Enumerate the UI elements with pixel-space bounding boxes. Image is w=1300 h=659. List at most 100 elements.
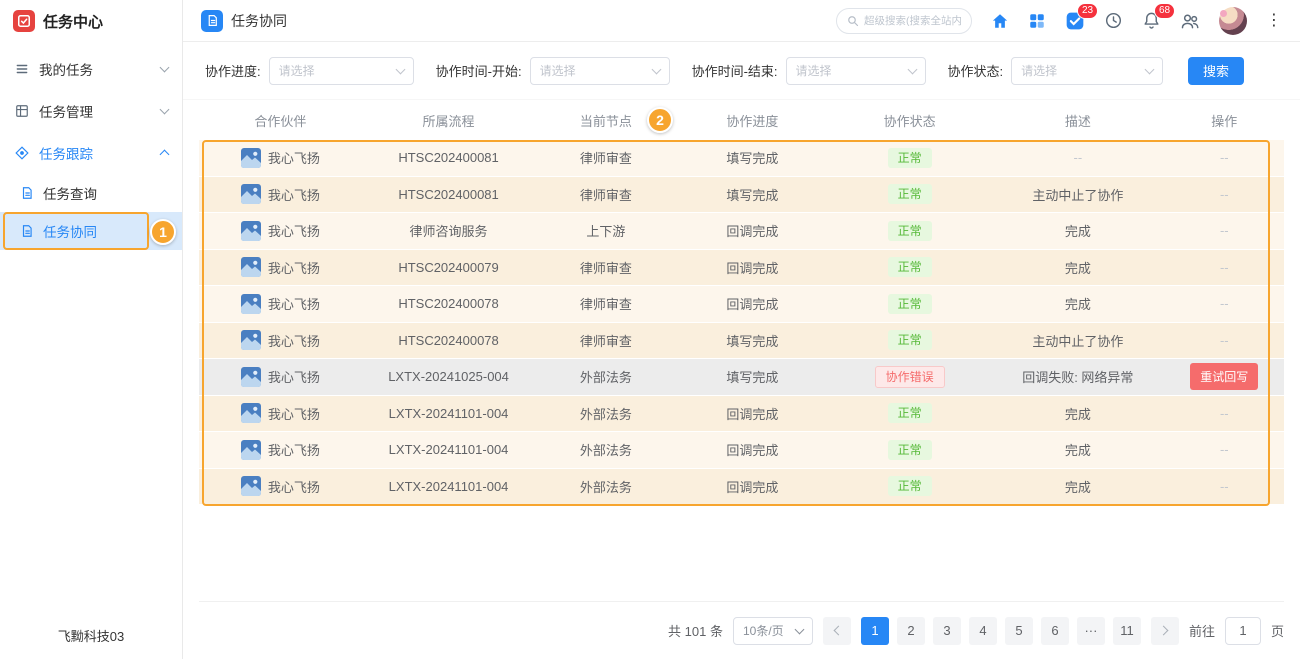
- app-logo: 任务中心: [0, 0, 182, 42]
- chevron-down-icon: [161, 67, 168, 71]
- app-title: 任务中心: [43, 11, 103, 32]
- table-row: 我心飞扬 LXTX-20241101-004 外部法务 回调完成 正常 完成 -…: [199, 396, 1284, 433]
- page-title: 任务协同: [231, 11, 287, 31]
- search-placeholder: 超级搜索(搜索全站内容): [864, 13, 961, 28]
- home-icon[interactable]: [991, 12, 1009, 30]
- time-start-select[interactable]: 请选择: [530, 57, 670, 85]
- page-button-4[interactable]: 4: [969, 617, 997, 645]
- collab-progress: 回调完成: [676, 221, 828, 240]
- table-header: 合作伙伴 所属流程 当前节点 协作进度 协作状态 描述 操作: [199, 100, 1284, 140]
- main-area: 任务协同 超级搜索(搜索全站内容) 23: [183, 0, 1300, 659]
- partner-thumbnail-icon: [241, 184, 261, 204]
- sidebar-item-task-query[interactable]: 任务查询: [0, 174, 182, 212]
- action-cell: --: [1220, 187, 1229, 202]
- description: 完成: [991, 477, 1165, 496]
- table-row: 我心飞扬 律师咨询服务 上下游 回调完成 正常 完成 --: [199, 213, 1284, 250]
- status-badge: 正常: [888, 440, 932, 460]
- notification-badge: 68: [1154, 3, 1175, 19]
- app-logo-icon: [13, 10, 35, 32]
- chevron-down-icon: [651, 64, 661, 74]
- collab-progress: 回调完成: [676, 440, 828, 459]
- contacts-icon[interactable]: [1180, 11, 1200, 31]
- sidebar-item-my-tasks[interactable]: 我的任务: [0, 48, 182, 90]
- prev-page-button[interactable]: [823, 617, 851, 645]
- sidebar-item-task-management[interactable]: 任务管理: [0, 90, 182, 132]
- page-button-2[interactable]: 2: [897, 617, 925, 645]
- chevron-down-icon: [161, 109, 168, 113]
- filter-label-progress: 协作进度:: [205, 61, 261, 80]
- column-header-status: 协作状态: [828, 111, 991, 130]
- partner-name: 我心飞扬: [268, 258, 320, 277]
- apps-grid-icon[interactable]: [1028, 12, 1046, 30]
- partner-thumbnail-icon: [241, 221, 261, 241]
- action-cell: --: [1220, 223, 1229, 238]
- notification-bell-icon[interactable]: 68: [1142, 11, 1161, 30]
- pagination: 共 101 条 10条/页 123456···11 前往 页: [199, 601, 1284, 659]
- action-cell: --: [1220, 333, 1229, 348]
- page-button-5[interactable]: 5: [1005, 617, 1033, 645]
- page-ellipsis[interactable]: ···: [1077, 617, 1105, 645]
- partner-thumbnail-icon: [241, 257, 261, 277]
- column-header-action: 操作: [1165, 111, 1284, 130]
- description: 完成: [991, 258, 1165, 277]
- sidebar: 任务中心 我的任务 任务管理 任务跟踪: [0, 0, 183, 659]
- page-button-3[interactable]: 3: [933, 617, 961, 645]
- retry-write-button[interactable]: 重试回写: [1190, 363, 1258, 390]
- process-id: LXTX-20241101-004: [362, 479, 536, 494]
- collab-progress: 填写完成: [676, 148, 828, 167]
- description: 完成: [991, 404, 1165, 423]
- table-row: 我心飞扬 HTSC202400078 律师审查 回调完成 正常 完成 --: [199, 286, 1284, 323]
- total-count: 共 101 条: [668, 621, 723, 640]
- partner-name: 我心飞扬: [268, 331, 320, 350]
- table-row: 我心飞扬 HTSC202400079 律师审查 回调完成 正常 完成 --: [199, 250, 1284, 287]
- status-badge: 正常: [888, 476, 932, 496]
- collab-progress: 回调完成: [676, 258, 828, 277]
- user-avatar[interactable]: [1219, 7, 1247, 35]
- page-button-1[interactable]: 1: [861, 617, 889, 645]
- column-header-partner: 合作伙伴: [199, 111, 362, 130]
- sidebar-item-label: 任务跟踪: [39, 143, 93, 163]
- todo-check-icon[interactable]: 23: [1065, 11, 1085, 31]
- time-end-select[interactable]: 请选择: [786, 57, 926, 85]
- progress-select[interactable]: 请选择: [269, 57, 414, 85]
- action-cell: --: [1220, 479, 1229, 494]
- table-body: 我心飞扬 HTSC202400081 律师审查 填写完成 正常 -- -- 我心…: [199, 140, 1284, 505]
- goto-page-input[interactable]: [1225, 617, 1261, 645]
- page-button-6[interactable]: 6: [1041, 617, 1069, 645]
- sidebar-item-label: 任务查询: [43, 183, 97, 203]
- page-doc-icon: [201, 10, 223, 32]
- next-page-button[interactable]: [1151, 617, 1179, 645]
- process-id: 律师咨询服务: [362, 221, 536, 240]
- collab-progress: 回调完成: [676, 294, 828, 313]
- partner-name: 我心飞扬: [268, 221, 320, 240]
- more-menu-icon[interactable]: ⋮: [1266, 13, 1282, 29]
- table-row: 我心飞扬 LXTX-20241025-004 外部法务 填写完成 协作错误 回调…: [199, 359, 1284, 396]
- table-row: 我心飞扬 HTSC202400081 律师审查 填写完成 正常 主动中止了协作 …: [199, 177, 1284, 214]
- collab-progress: 回调完成: [676, 404, 828, 423]
- partner-name: 我心飞扬: [268, 404, 320, 423]
- description: 完成: [991, 221, 1165, 240]
- select-placeholder: 请选择: [796, 62, 832, 79]
- partner-thumbnail-icon: [241, 330, 261, 350]
- action-cell: --: [1220, 260, 1229, 275]
- status-badge: 正常: [888, 221, 932, 241]
- process-id: LXTX-20241101-004: [362, 442, 536, 457]
- partner-thumbnail-icon: [241, 403, 261, 423]
- status-badge: 正常: [888, 330, 932, 350]
- list-icon: [14, 62, 30, 76]
- table-row: 我心飞扬 HTSC202400078 律师审查 填写完成 正常 主动中止了协作 …: [199, 323, 1284, 360]
- compass-track-icon: [14, 146, 30, 160]
- filter-bar: 协作进度: 请选择 协作时间-开始: 请选择 协作时间-结束: 请选择 协作状态…: [183, 42, 1300, 100]
- partner-name: 我心飞扬: [268, 477, 320, 496]
- process-id: HTSC202400081: [362, 150, 536, 165]
- page-button-11[interactable]: 11: [1113, 617, 1141, 645]
- status-select[interactable]: 请选择: [1011, 57, 1163, 85]
- history-clock-icon[interactable]: [1104, 11, 1123, 30]
- page-size-select[interactable]: 10条/页: [733, 617, 813, 645]
- current-node: 律师审查: [535, 331, 676, 350]
- global-search-input[interactable]: 超级搜索(搜索全站内容): [836, 8, 972, 34]
- status-badge: 正常: [888, 148, 932, 168]
- search-button[interactable]: 搜索: [1188, 57, 1244, 85]
- partner-name: 我心飞扬: [268, 185, 320, 204]
- sidebar-item-task-tracking[interactable]: 任务跟踪: [0, 132, 182, 174]
